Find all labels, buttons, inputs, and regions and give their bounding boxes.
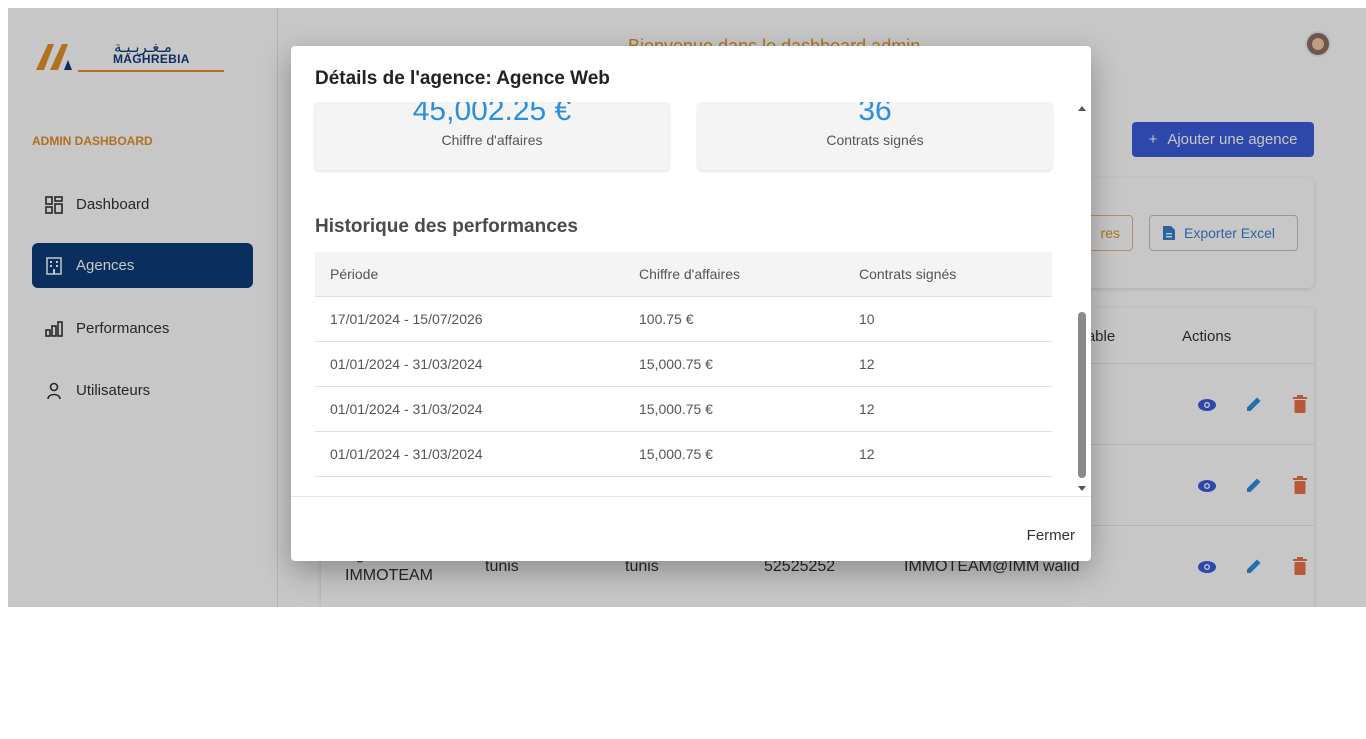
close-button[interactable]: Fermer (1027, 527, 1075, 544)
cell-chiffre: 15,000.75 € (639, 356, 713, 372)
column-header-chiffre: Chiffre d'affaires (639, 266, 740, 282)
cell-contrats: 12 (859, 401, 875, 417)
agency-details-dialog: Détails de l'agence: Agence Web 45,002.2… (291, 46, 1091, 561)
scroll-up-arrow-icon[interactable] (1078, 106, 1086, 111)
cell-chiffre: 15,000.75 € (639, 446, 713, 462)
table-row: 01/01/2024 - 31/03/2024 15,000.75 € 12 (315, 342, 1052, 387)
dialog-title: Détails de l'agence: Agence Web (315, 68, 610, 89)
cell-periode: 01/01/2024 - 31/03/2024 (330, 401, 483, 417)
cell-periode: 01/01/2024 - 31/03/2024 (330, 356, 483, 372)
cell-contrats: 12 (859, 446, 875, 462)
performance-history-table: Période Chiffre d'affaires Contrats sign… (315, 252, 1052, 477)
stat-card-contracts: 36 Contrats signés (698, 102, 1052, 170)
stat-value: 36 (858, 102, 892, 127)
stat-value: 45,002.25 € (412, 102, 572, 127)
dialog-body: 45,002.25 € Chiffre d'affaires 36 Contra… (291, 102, 1091, 496)
cell-periode: 17/01/2024 - 15/07/2026 (330, 311, 483, 327)
stat-card-revenue: 45,002.25 € Chiffre d'affaires (315, 102, 669, 170)
table-row: 17/01/2024 - 15/07/2026 100.75 € 10 (315, 297, 1052, 342)
dialog-footer: Fermer (291, 496, 1091, 561)
cell-contrats: 10 (859, 311, 875, 327)
cell-contrats: 12 (859, 356, 875, 372)
scroll-down-arrow-icon[interactable] (1078, 486, 1086, 491)
stat-label: Chiffre d'affaires (441, 132, 543, 148)
column-header-contrats: Contrats signés (859, 266, 957, 282)
table-header-row: Période Chiffre d'affaires Contrats sign… (315, 252, 1052, 297)
history-title: Historique des performances (315, 216, 578, 237)
cell-periode: 01/01/2024 - 31/03/2024 (330, 446, 483, 462)
table-row: 01/01/2024 - 31/03/2024 15,000.75 € 12 (315, 432, 1052, 477)
cell-chiffre: 15,000.75 € (639, 401, 713, 417)
column-header-periode: Période (330, 266, 379, 282)
cell-chiffre: 100.75 € (639, 311, 694, 327)
dialog-scrollbar[interactable] (1077, 102, 1087, 496)
table-row: 01/01/2024 - 31/03/2024 15,000.75 € 12 (315, 387, 1052, 432)
scrollbar-thumb[interactable] (1078, 312, 1086, 478)
stat-label: Contrats signés (826, 132, 924, 148)
